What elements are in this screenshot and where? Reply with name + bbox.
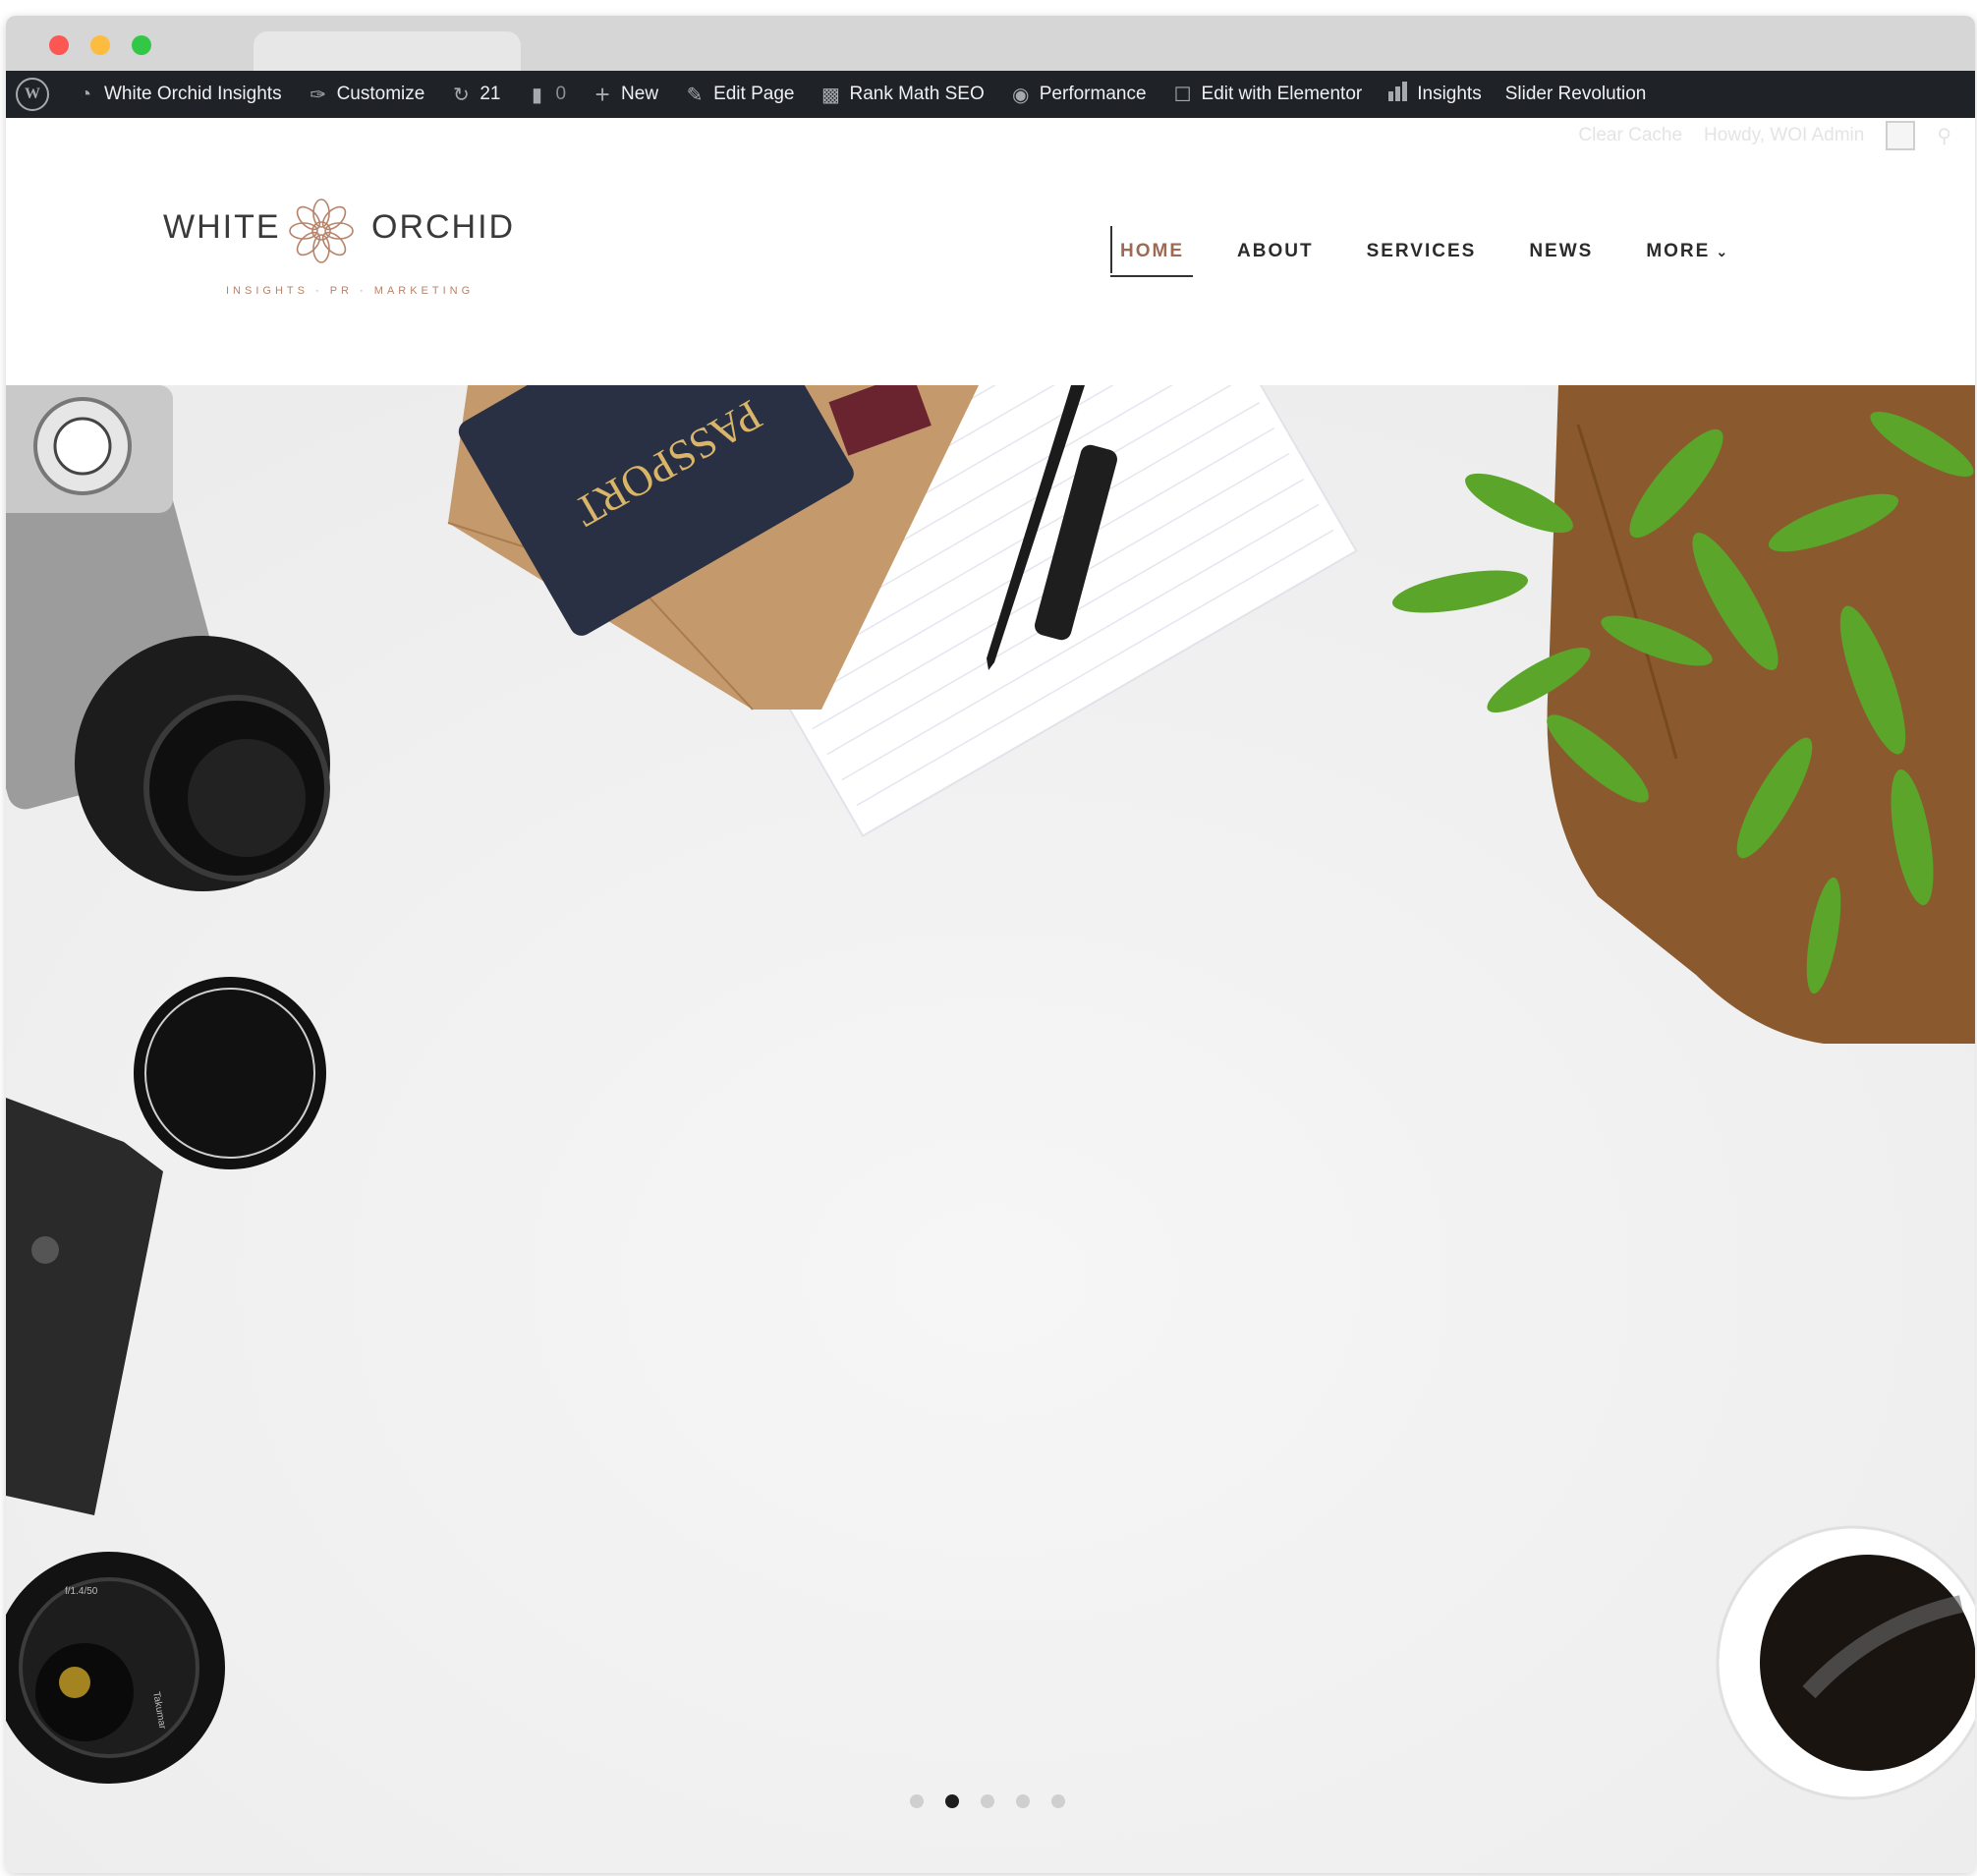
hero-slider: PASSPORT f/1.4/50 Takumar bbox=[6, 385, 1975, 1873]
close-window-button[interactable] bbox=[49, 35, 69, 55]
insights-menu[interactable]: Insights bbox=[1374, 71, 1493, 118]
rank-math-menu[interactable]: ▩ Rank Math SEO bbox=[806, 71, 995, 118]
clear-cache-link[interactable]: Clear Cache bbox=[1578, 125, 1682, 146]
nav-more[interactable]: MORE ⌄ bbox=[1646, 230, 1729, 273]
chevron-down-icon: ⌄ bbox=[1716, 243, 1730, 259]
performance-label: Performance bbox=[1039, 84, 1147, 104]
nav-news[interactable]: NEWS bbox=[1529, 230, 1593, 273]
insights-label: Insights bbox=[1417, 84, 1482, 104]
nav-news-label: NEWS bbox=[1529, 241, 1594, 261]
nav-services[interactable]: SERVICES bbox=[1367, 230, 1477, 273]
site-logo[interactable]: WHITE ORCHID INSIGHTS · PR · MARKETING bbox=[163, 199, 513, 313]
minimize-window-button[interactable] bbox=[90, 35, 110, 55]
search-icon[interactable]: ⚲ bbox=[1937, 124, 1951, 148]
new-content-menu[interactable]: + New bbox=[578, 71, 670, 118]
elementor-label: Edit with Elementor bbox=[1201, 84, 1363, 104]
comments-count: 0 bbox=[555, 84, 567, 104]
howdy-label[interactable]: Howdy, WOI Admin bbox=[1704, 125, 1864, 146]
lens-cap bbox=[134, 977, 326, 1169]
comments-link[interactable]: ▮ 0 bbox=[512, 71, 578, 118]
wp-logo-menu[interactable]: W bbox=[6, 71, 61, 118]
logo-tagline: INSIGHTS · PR · MARKETING bbox=[226, 285, 475, 297]
slider-dot[interactable] bbox=[945, 1794, 959, 1808]
elementor-icon: ☐ bbox=[1173, 84, 1192, 106]
comment-icon: ▮ bbox=[531, 84, 542, 106]
secondary-admin-bar: Clear Cache Howdy, WOI Admin ⚲ bbox=[1578, 118, 1951, 153]
coffee-cup bbox=[1716, 1525, 1975, 1800]
slider-dots bbox=[910, 1794, 1065, 1808]
title-bar bbox=[6, 16, 1975, 71]
nav-home-label: HOME bbox=[1120, 241, 1184, 261]
hero-image: PASSPORT f/1.4/50 Takumar bbox=[6, 385, 1975, 1873]
nav-about[interactable]: ABOUT bbox=[1237, 230, 1314, 273]
primary-nav: HOME ABOUT SERVICES NEWS MORE ⌄ bbox=[1110, 226, 1782, 277]
edit-page-label: Edit Page bbox=[713, 84, 795, 104]
nav-services-label: SERVICES bbox=[1366, 241, 1477, 261]
customize-link[interactable]: ✑ Customize bbox=[294, 71, 437, 118]
performance-icon: ◉ bbox=[1012, 84, 1030, 106]
dashboard-icon: ◔ bbox=[79, 83, 92, 105]
rank-math-icon: ▩ bbox=[821, 84, 840, 106]
nav-more-label: MORE bbox=[1646, 241, 1711, 261]
site-name-label: White Orchid Insights bbox=[104, 84, 282, 104]
wp-admin-bar: W ◔ White Orchid Insights ✑ Customize ↻ … bbox=[6, 71, 1975, 118]
orchid-logo-icon bbox=[289, 199, 354, 263]
updates-icon: ↻ bbox=[452, 84, 470, 106]
avatar-icon[interactable] bbox=[1886, 121, 1916, 150]
slider-dot[interactable] bbox=[981, 1794, 994, 1808]
bar-chart-icon bbox=[1385, 82, 1411, 107]
edit-page-link[interactable]: ✎ Edit Page bbox=[670, 71, 806, 118]
nav-home[interactable]: HOME bbox=[1110, 226, 1193, 277]
slider-dot[interactable] bbox=[910, 1794, 924, 1808]
nav-about-label: ABOUT bbox=[1237, 241, 1314, 261]
rank-math-label: Rank Math SEO bbox=[849, 84, 985, 104]
slider-revolution-label: Slider Revolution bbox=[1504, 84, 1647, 104]
browser-tab[interactable] bbox=[254, 31, 521, 71]
new-label: New bbox=[621, 84, 659, 104]
site-header: WHITE ORCHID INSIGHTS · PR · MARKETING H bbox=[6, 118, 1975, 385]
updates-link[interactable]: ↻ 21 bbox=[436, 71, 512, 118]
wordpress-icon: W bbox=[16, 78, 49, 111]
pencil-icon: ✎ bbox=[686, 84, 704, 106]
plus-icon: + bbox=[594, 79, 610, 109]
updates-count: 21 bbox=[480, 84, 501, 104]
slider-dot[interactable] bbox=[1016, 1794, 1030, 1808]
elementor-link[interactable]: ☐ Edit with Elementor bbox=[1158, 71, 1375, 118]
slider-dot[interactable] bbox=[1051, 1794, 1065, 1808]
customize-label: Customize bbox=[336, 84, 425, 104]
site-name-menu[interactable]: ◔ White Orchid Insights bbox=[61, 71, 294, 118]
performance-menu[interactable]: ◉ Performance bbox=[996, 71, 1158, 118]
lens-text-1: f/1.4/50 bbox=[65, 1586, 98, 1597]
brush-icon: ✑ bbox=[310, 84, 326, 106]
logo-left-word: WHITE bbox=[163, 208, 281, 246]
browser-window: W ◔ White Orchid Insights ✑ Customize ↻ … bbox=[6, 16, 1975, 1873]
maximize-window-button[interactable] bbox=[132, 35, 151, 55]
logo-right-word: ORCHID bbox=[371, 208, 516, 246]
slider-revolution-menu[interactable]: Slider Revolution bbox=[1494, 71, 1659, 118]
